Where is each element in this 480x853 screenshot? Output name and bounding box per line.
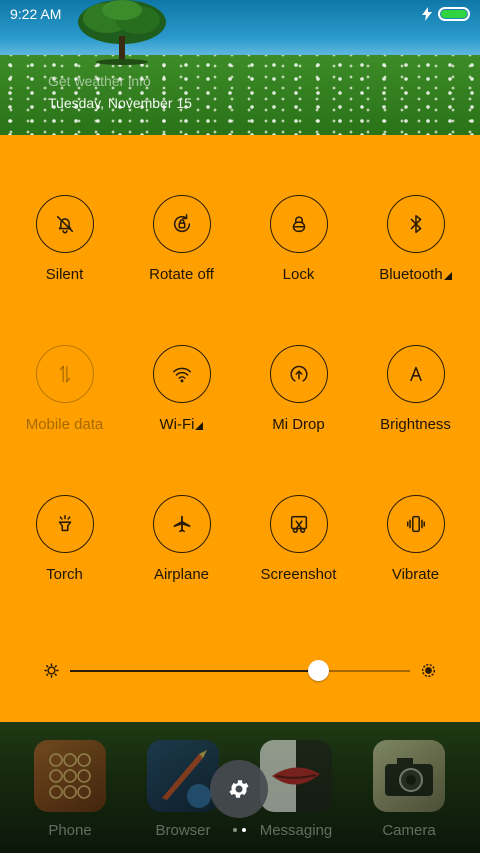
toggle-label: Airplane [153,566,210,583]
toggle-label: Lock [282,266,315,283]
toggle-label: Wi-Fi [160,416,204,433]
toggle-label: Bluetooth [379,266,452,283]
dock-app-phone[interactable]: Phone [20,740,120,839]
toggle-label: Mobile data [25,416,104,433]
bolt-icon [422,7,432,21]
airplane-icon [173,515,190,533]
toggle-label: Rotate off [149,266,214,283]
gear-icon [229,780,249,798]
toggle-bluetooth[interactable]: Bluetooth [357,195,474,295]
toggle-circle[interactable] [269,345,328,403]
toggle-mobile-data[interactable]: Mobile data [6,345,123,445]
toggle-label: Brightness [380,416,451,433]
toggle-vibrate[interactable]: Vibrate [357,495,474,595]
toggle-circle[interactable] [386,495,445,553]
camera-app-icon[interactable] [373,740,445,812]
expand-triangle-icon [443,272,452,280]
toggle-screenshot[interactable]: Screenshot [240,495,357,595]
phone-app-icon[interactable] [34,740,106,812]
toggle-circle[interactable] [386,345,445,403]
toggle-label: Torch [46,566,83,583]
mobile-data-icon [59,365,70,383]
toggle-silent[interactable]: Silent [6,195,123,295]
mi-drop-icon [290,365,307,382]
slider-fill [70,670,319,672]
toggle-circle[interactable] [35,195,94,253]
screenshot-icon [290,515,307,534]
toggle-rotate[interactable]: Rotate off [123,195,240,295]
toggle-mi-drop[interactable]: Mi Drop [240,345,357,445]
toggle-wifi[interactable]: Wi-Fi [123,345,240,445]
page-dot [242,828,246,832]
slider-track[interactable] [70,660,410,681]
toggle-lock[interactable]: Lock [240,195,357,295]
page-indicator [233,828,246,832]
toggle-label: Screenshot [260,566,337,583]
toggle-circle[interactable] [269,195,328,253]
slider-thumb[interactable] [308,660,330,681]
browser-app-icon[interactable] [147,740,219,812]
dock-app-label: Browser [155,822,211,839]
date-text: Tuesday, November 15 [48,95,192,111]
toggle-torch[interactable]: Torch [6,495,123,595]
brightness-low-icon [44,663,59,678]
toggle-circle[interactable] [152,345,211,403]
weather-info-link[interactable]: Get weather info [48,73,151,89]
vibrate-icon [406,515,425,533]
toggle-circle[interactable] [35,345,94,403]
brightness-auto-icon [409,366,422,382]
toggle-circle[interactable] [152,195,211,253]
dock-app-label: Camera [382,822,436,839]
settings-button[interactable] [210,760,268,818]
toggle-label: Mi Drop [272,416,325,433]
toggle-label-text: Bluetooth [379,266,443,283]
toggle-circle[interactable] [269,495,328,553]
toggle-label: Vibrate [391,566,440,583]
bluetooth-icon [410,214,421,234]
lock-icon [292,216,305,233]
messaging-app-icon[interactable] [260,740,332,812]
status-time: 9:22 AM [10,6,62,22]
toggle-circle[interactable] [152,495,211,553]
rotate-lock-icon [173,214,190,233]
expand-triangle-icon [195,422,204,430]
quick-settings-panel: Silent Rotate off Lock Bluetooth Mobile … [0,135,480,722]
wifi-icon [172,367,191,383]
page-dot [233,828,237,832]
toggle-circle[interactable] [386,195,445,253]
status-bar: 9:22 AM [0,0,480,28]
toggle-label: Silent [45,266,84,283]
dock-app-label: Phone [48,822,92,839]
toggle-airplane[interactable]: Airplane [123,495,240,595]
home-dock: Phone Browser Messaging Camera [0,722,480,853]
dock-app-label: Messaging [259,822,333,839]
torch-icon [58,514,71,532]
toggle-circle[interactable] [35,495,94,553]
dock-app-camera[interactable]: Camera [359,740,459,839]
brightness-slider[interactable] [0,655,480,685]
toggle-brightness[interactable]: Brightness [357,345,474,445]
bell-off-icon [56,215,73,234]
brightness-high-icon [421,663,436,678]
battery-icon [438,7,470,21]
toggle-label-text: Wi-Fi [159,416,195,433]
